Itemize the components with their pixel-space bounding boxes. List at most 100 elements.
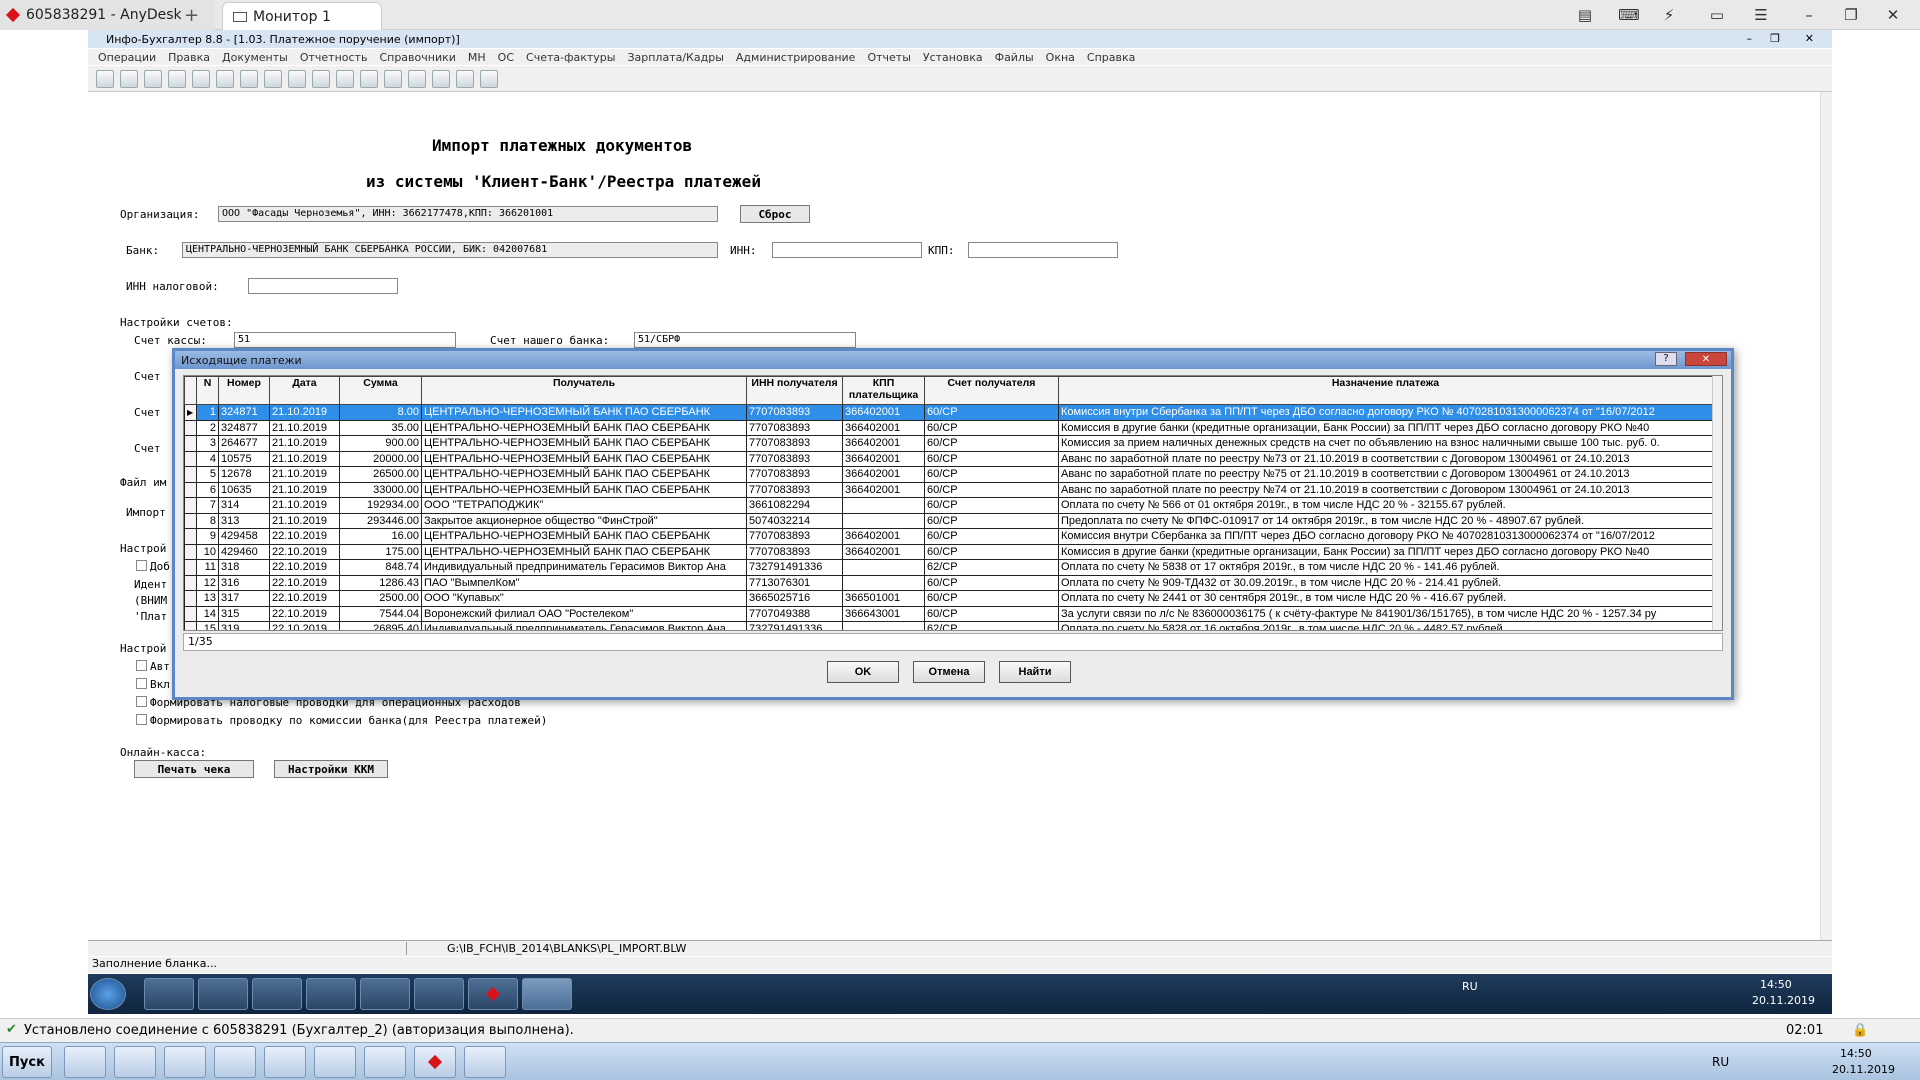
row-marker[interactable]: [184, 559, 197, 576]
dialog-help-icon[interactable]: ?: [1655, 352, 1677, 366]
local-ie-icon[interactable]: [64, 1046, 106, 1078]
print-check-button[interactable]: Печать чека: [134, 760, 254, 778]
menu-files[interactable]: Файлы: [995, 51, 1034, 64]
monitor-tab[interactable]: Монитор 1: [222, 2, 382, 30]
header-payer-kpp[interactable]: КПП плательщика: [842, 376, 925, 405]
copy-icon[interactable]: [168, 69, 186, 88]
anydesk-session-tab[interactable]: 605838291 - AnyDesk: [0, 0, 215, 30]
menu-reports[interactable]: Отчеты: [867, 51, 910, 64]
table-row[interactable]: 13 317 22.10.2019 2500.00 ООО "Купавых" 36650…: [184, 590, 1713, 607]
header-recipient-inn[interactable]: ИНН получателя: [746, 376, 843, 405]
local-save-icon[interactable]: [214, 1046, 256, 1078]
menu-reporting[interactable]: Отчетность: [300, 51, 368, 64]
remote-acrobat-icon[interactable]: [360, 978, 410, 1010]
grid-scrollbar[interactable]: [1712, 376, 1722, 630]
lock-icon[interactable]: 🔒: [1852, 1023, 1868, 1038]
delete-icon[interactable]: [240, 69, 258, 88]
find-button[interactable]: Найти: [999, 661, 1071, 683]
add-icon[interactable]: [216, 69, 234, 88]
table-row[interactable]: 4 10575 21.10.2019 20000.00 ЦЕНТРАЛЬНО-ЧЕРНО…: [184, 450, 1713, 467]
row-marker[interactable]: [184, 497, 197, 514]
remote-ie-icon[interactable]: [252, 978, 302, 1010]
menu-documents[interactable]: Документы: [222, 51, 288, 64]
row-marker[interactable]: [184, 512, 197, 529]
local-lang[interactable]: RU: [1712, 1055, 1729, 1069]
actions-icon[interactable]: ⚡: [1656, 4, 1682, 26]
remote-anydesk-icon[interactable]: [468, 978, 518, 1010]
menu-references[interactable]: Справочники: [379, 51, 455, 64]
menu-edit[interactable]: Правка: [168, 51, 210, 64]
remote-chrome-icon[interactable]: [198, 978, 248, 1010]
app-restore-icon[interactable]: ❐: [1770, 32, 1780, 45]
row-marker[interactable]: [184, 435, 197, 452]
table-row[interactable]: 3 264677 21.10.2019 900.00 ЦЕНТРАЛЬНО-ЧЕРНОЗ…: [184, 435, 1713, 452]
remote-lang[interactable]: RU: [1462, 980, 1478, 993]
toolbar-view-icon[interactable]: [96, 69, 114, 88]
row-marker[interactable]: [184, 419, 197, 436]
table-row[interactable]: 15 319 22.10.2019 26895.40 Индивидуальный пр…: [184, 621, 1713, 630]
org-field[interactable]: ООО "Фасады Черноземья", ИНН: 3662177478…: [218, 206, 718, 222]
cancel-button[interactable]: Отмена: [913, 661, 985, 683]
local-media-icon[interactable]: [164, 1046, 206, 1078]
open-folder-icon[interactable]: [312, 69, 330, 88]
menu-help[interactable]: Справка: [1087, 51, 1135, 64]
menu-invoices[interactable]: Счета-фактуры: [526, 51, 615, 64]
table-row[interactable]: 8 313 21.10.2019 293446.00 Закрытое акционер…: [184, 512, 1713, 529]
header-amount[interactable]: Сумма: [339, 376, 422, 405]
refresh-icon[interactable]: [264, 69, 282, 88]
restore-icon[interactable]: ❐: [1838, 4, 1864, 26]
remote-explorer-icon[interactable]: [144, 978, 194, 1010]
menu-payroll[interactable]: Зарплата/Кадры: [627, 51, 723, 64]
row-marker[interactable]: [184, 574, 197, 591]
local-word-icon[interactable]: [314, 1046, 356, 1078]
keyboard-icon[interactable]: ⌨: [1616, 4, 1642, 26]
menu-operations[interactable]: Операции: [98, 51, 156, 64]
row-marker[interactable]: [184, 590, 197, 607]
cash-account-field[interactable]: 51: [234, 332, 456, 348]
row-marker[interactable]: [184, 466, 197, 483]
add-checkbox[interactable]: [136, 560, 147, 571]
calculator-icon[interactable]: [288, 69, 306, 88]
row-marker[interactable]: [184, 621, 197, 630]
table-row[interactable]: 12 316 22.10.2019 1286.43 ПАО "ВымпелКом" 771…: [184, 574, 1713, 591]
tax-postings-checkbox[interactable]: [136, 696, 147, 707]
remote-infobuh-icon[interactable]: [522, 978, 572, 1010]
start-button[interactable]: Пуск: [2, 1046, 52, 1078]
table-row[interactable]: 10 429460 22.10.2019 175.00 ЦЕНТРАЛЬНО-ЧЕРНО…: [184, 543, 1713, 560]
new-tab-icon[interactable]: +: [184, 0, 204, 30]
menu-mn[interactable]: МН: [468, 51, 486, 64]
row-marker[interactable]: [184, 605, 197, 622]
local-explorer-icon[interactable]: [114, 1046, 156, 1078]
our-bank-account-field[interactable]: 51/СБРФ: [634, 332, 856, 348]
table-row[interactable]: 14 315 22.10.2019 7544.04 Воронежский филиал…: [184, 605, 1713, 622]
calendar-icon[interactable]: [456, 69, 474, 88]
inn-field[interactable]: [772, 242, 922, 258]
remote-start-icon[interactable]: [90, 978, 126, 1010]
row-marker[interactable]: [184, 543, 197, 560]
table-row[interactable]: 2 324877 21.10.2019 35.00 ЦЕНТРАЛЬНО-ЧЕРНОЗЕ…: [184, 419, 1713, 436]
auto-checkbox[interactable]: [136, 660, 147, 671]
excel-icon[interactable]: [360, 69, 378, 88]
row-marker[interactable]: [184, 450, 197, 467]
kkm-settings-button[interactable]: Настройки ККМ: [274, 760, 388, 778]
table-row[interactable]: 7 314 21.10.2019 192934.00 ООО "ТЕТРАПОДЖИК"…: [184, 497, 1713, 514]
header-recipient[interactable]: Получатель: [421, 376, 747, 405]
help-icon[interactable]: [408, 69, 426, 88]
app-minimize-icon[interactable]: –: [1747, 32, 1753, 45]
header-recipient-account[interactable]: Счет получателя: [924, 376, 1059, 405]
local-app-icon[interactable]: [464, 1046, 506, 1078]
table-row[interactable]: 5 12678 21.10.2019 26500.00 ЦЕНТРАЛЬНО-ЧЕРНО…: [184, 466, 1713, 483]
header-number[interactable]: Номер: [218, 376, 270, 405]
reset-button[interactable]: Сброс: [740, 205, 810, 223]
minimize-icon[interactable]: –: [1796, 4, 1822, 26]
local-anydesk-icon[interactable]: [414, 1046, 456, 1078]
local-infobuh-icon[interactable]: [364, 1046, 406, 1078]
remote-app-icon[interactable]: [306, 978, 356, 1010]
paste-icon[interactable]: [192, 69, 210, 88]
save-icon[interactable]: [336, 69, 354, 88]
header-n[interactable]: N: [196, 376, 219, 405]
display-icon[interactable]: ▭: [1704, 4, 1730, 26]
info-icon[interactable]: [432, 69, 450, 88]
dialog-close-icon[interactable]: ✕: [1685, 352, 1727, 366]
form-scrollbar[interactable]: [1820, 92, 1832, 952]
